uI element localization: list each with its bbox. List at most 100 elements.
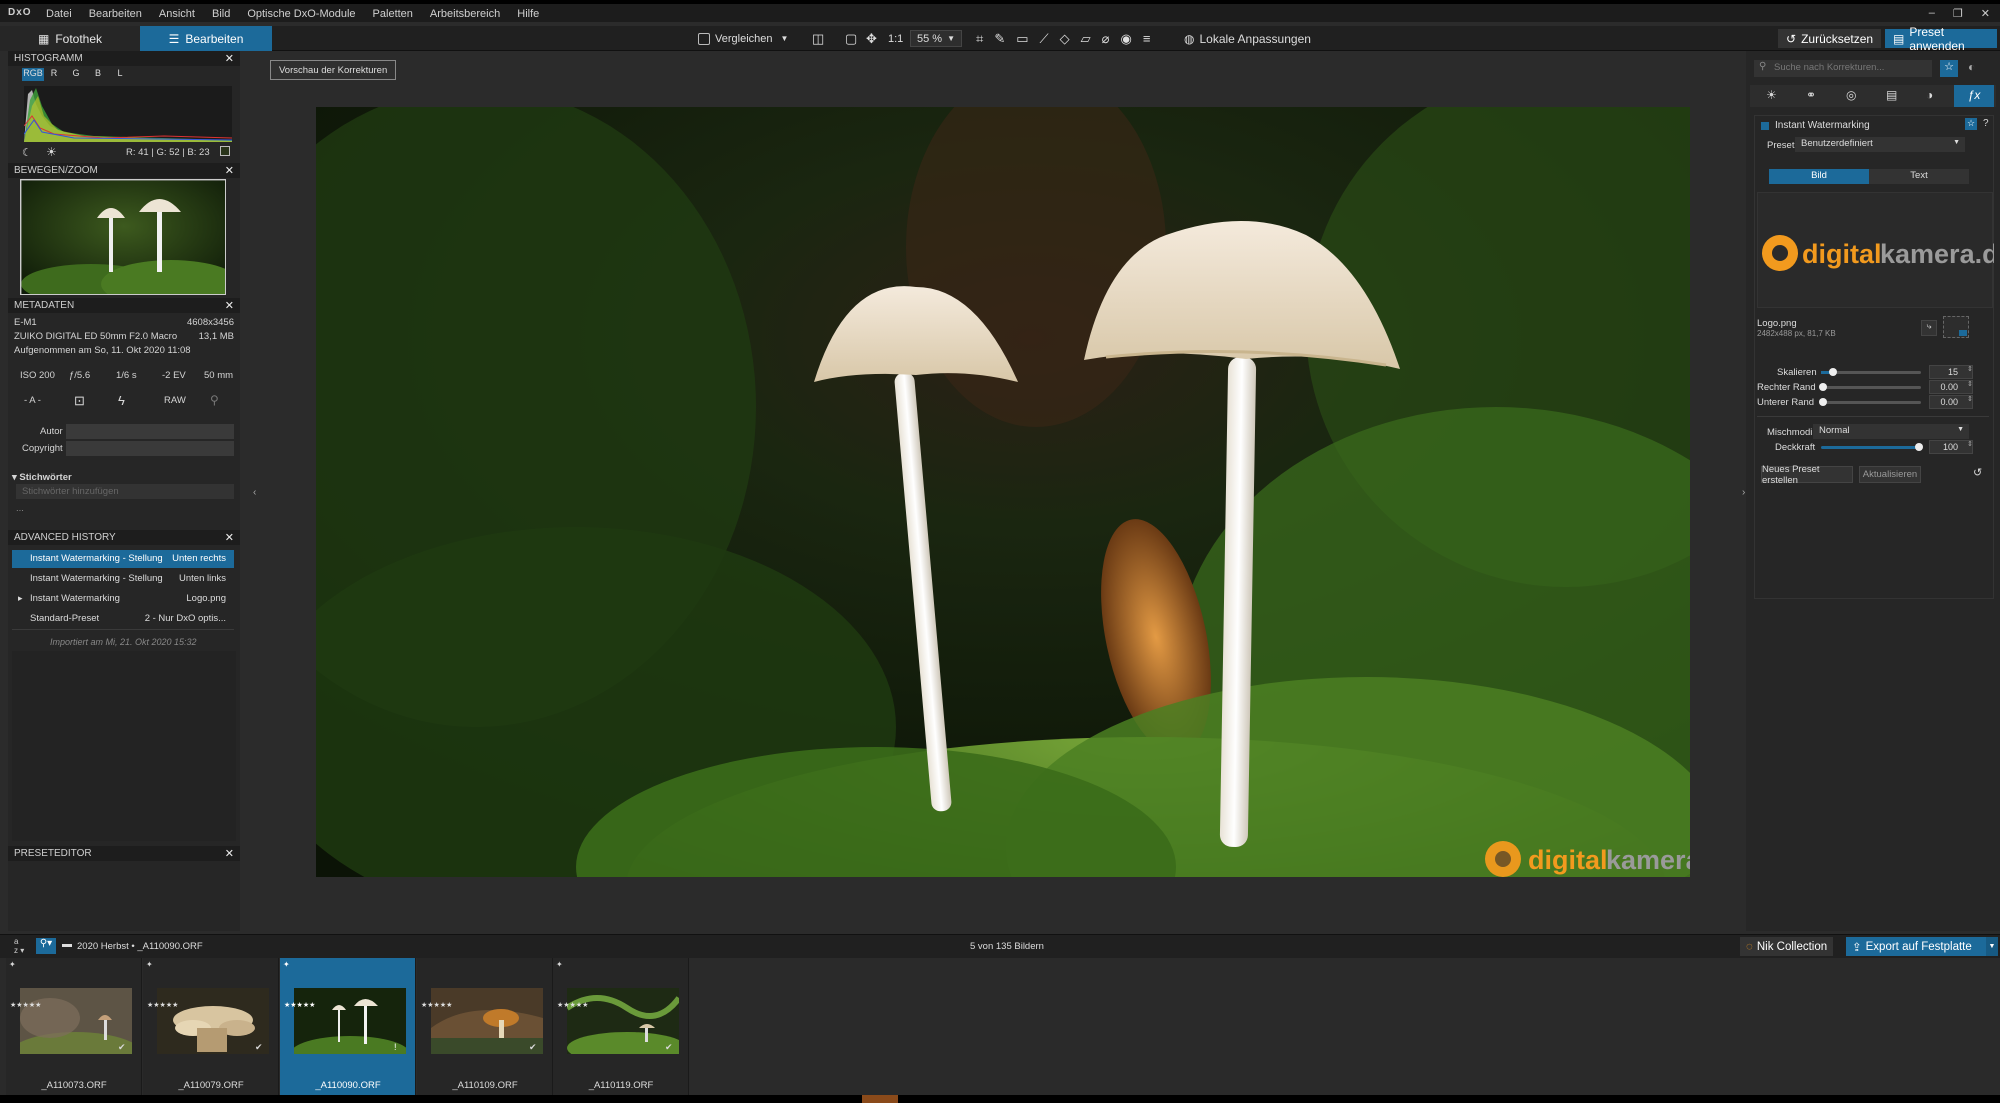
distort-icon[interactable]: ▱ <box>1081 31 1091 47</box>
keywords-more[interactable]: ... <box>16 503 24 514</box>
redeye-icon[interactable]: ◉ <box>1120 31 1131 47</box>
perspective-icon[interactable]: ⟋ <box>1040 31 1049 47</box>
nik-collection-button[interactable]: ◌ Nik Collection <box>1740 937 1834 956</box>
close-icon[interactable]: ✕ <box>225 52 234 65</box>
star-icon[interactable]: ☆ <box>1965 118 1977 130</box>
keywords-input[interactable]: Stichwörter hinzufügen <box>16 484 234 499</box>
open-file-icon[interactable]: ⤷ <box>1921 320 1937 336</box>
menu-edit[interactable]: Bearbeiten <box>89 8 142 20</box>
moon-icon[interactable]: ☾ <box>22 146 32 159</box>
split-view-icon[interactable]: ◫ <box>812 30 824 47</box>
thumbnail-item[interactable]: ✦ ★★★★★ ✔ _A110119.ORF <box>553 958 689 1095</box>
menu-view[interactable]: Ansicht <box>159 8 195 20</box>
help-icon[interactable]: ? <box>1983 118 1989 129</box>
right-margin-knob[interactable] <box>1819 383 1827 391</box>
fit-icon[interactable]: ▢ <box>845 30 857 47</box>
close-icon[interactable]: ✕ <box>225 531 234 544</box>
channel-b[interactable]: B <box>88 68 108 81</box>
keywords-label[interactable]: ▾ Stichwörter <box>12 472 72 483</box>
effects-icon[interactable]: ƒx <box>1954 85 1994 107</box>
zoom-select[interactable]: 55 % ▼ <box>910 30 962 47</box>
maximize-button[interactable]: ❐ <box>1953 7 1963 20</box>
volume-icon[interactable]: ◇ <box>1060 31 1070 47</box>
thumbnail-item[interactable]: ★★★★★ ✔ _A110109.ORF <box>417 958 553 1095</box>
bottom-margin-knob[interactable] <box>1819 398 1827 406</box>
local-adjustments-button[interactable]: ◍ Lokale Anpassungen <box>1184 30 1311 47</box>
menu-palettes[interactable]: Paletten <box>373 8 413 20</box>
close-icon[interactable]: ✕ <box>225 299 234 312</box>
apply-preset-button[interactable]: ▤ Preset anwenden <box>1885 25 1997 53</box>
detail-icon[interactable]: ◎ <box>1846 88 1856 102</box>
export-button[interactable]: ⇪ Export auf Festplatte <box>1846 937 1986 956</box>
segment-image[interactable]: Bild <box>1769 169 1869 184</box>
crop-icon[interactable]: ⌗ <box>976 31 983 47</box>
navigator-thumbnail[interactable] <box>20 179 226 295</box>
watermark-icon[interactable]: ≡ <box>1143 31 1151 46</box>
spinner-icon[interactable]: ⇕ <box>1967 365 1973 373</box>
right-margin-slider[interactable] <box>1819 383 1921 391</box>
history-row[interactable]: Standard-Preset 2 - Nur DxO optis... <box>12 610 234 628</box>
new-preset-button[interactable]: Neues Preset erstellen <box>1761 464 1853 486</box>
filter-icon[interactable]: ⚲▾ <box>36 938 56 954</box>
channel-g[interactable]: G <box>66 68 86 81</box>
color-icon[interactable]: ⚭ <box>1806 88 1816 102</box>
channel-rgb[interactable]: RGB <box>22 68 44 81</box>
spinner-icon[interactable]: ⇕ <box>1967 380 1973 388</box>
close-icon[interactable]: ✕ <box>225 164 234 177</box>
copyright-field[interactable] <box>66 441 234 456</box>
breadcrumb[interactable]: 2020 Herbst • _A110090.ORF <box>77 941 203 952</box>
menu-file[interactable]: Datei <box>46 8 72 20</box>
spinner-icon[interactable]: ⇕ <box>1967 440 1973 448</box>
move-icon[interactable]: ✥ <box>866 30 877 47</box>
repair-icon[interactable]: ⌀ <box>1102 31 1110 47</box>
rating-stars[interactable]: ★★★★★ <box>421 1002 452 1010</box>
channel-r[interactable]: R <box>44 68 64 81</box>
taskbar-app[interactable] <box>862 1095 898 1103</box>
rating-stars[interactable]: ★★★★★ <box>147 1002 178 1010</box>
close-icon[interactable]: ✕ <box>225 847 234 860</box>
tab-library[interactable]: ▦ Fotothek <box>0 26 140 51</box>
rating-stars[interactable]: ★★★★★ <box>10 1002 41 1010</box>
bottom-margin-slider[interactable] <box>1819 398 1921 406</box>
opacity-slider[interactable] <box>1821 443 1923 451</box>
local-palette-icon[interactable]: ◑ <box>1926 88 1933 102</box>
rating-stars[interactable]: ★★★★★ <box>284 1002 315 1010</box>
expand-icon[interactable]: ▸ <box>18 593 23 604</box>
rating-stars[interactable]: ★★★★★ <box>557 1002 588 1010</box>
position-grid-icon[interactable] <box>1943 316 1969 338</box>
light-icon[interactable]: ☀ <box>1766 88 1777 102</box>
menu-image[interactable]: Bild <box>212 8 230 20</box>
image-preview[interactable]: digital kamera.de <box>316 107 1690 877</box>
author-field[interactable] <box>66 424 234 439</box>
opacity-knob[interactable] <box>1915 443 1923 451</box>
close-button[interactable]: ✕ <box>1981 7 1990 20</box>
thumbnail-item[interactable]: ✦ ★★★★★ ✔ _A110079.ORF <box>143 958 279 1095</box>
reset-button[interactable]: ↺ Zurücksetzen <box>1778 29 1882 48</box>
history-row[interactable]: ▸ Instant Watermarking Logo.png <box>12 590 234 608</box>
scale-knob[interactable] <box>1829 368 1837 376</box>
scale-slider[interactable] <box>1821 368 1921 376</box>
thumbnail-item-selected[interactable]: ✦ ★★★★★ ! _A110090.ORF <box>280 958 416 1095</box>
minimize-button[interactable]: – <box>1929 7 1935 20</box>
tab-edit[interactable]: ☰ Bearbeiten <box>140 26 272 51</box>
favorites-star-icon[interactable]: ☆ <box>1940 60 1958 77</box>
channel-l[interactable]: L <box>110 68 130 81</box>
search-input[interactable]: Suche nach Korrekturen... <box>1754 60 1932 77</box>
sort-icon[interactable]: az ▾ <box>14 937 24 955</box>
geometry-icon[interactable]: ▤ <box>1886 88 1897 102</box>
history-row[interactable]: Instant Watermarking - Stellung Unten lin… <box>12 570 234 588</box>
eye-icon[interactable]: ◐ <box>1968 60 1975 74</box>
blend-select[interactable]: Normal ▼ <box>1813 424 1969 439</box>
sun-icon[interactable]: ☀ <box>46 145 57 159</box>
collapse-right-icon[interactable]: › <box>1742 487 1745 498</box>
compare-button[interactable]: Vergleichen ▼ <box>698 30 788 47</box>
update-button[interactable]: Aktualisieren <box>1859 466 1921 483</box>
menu-optics[interactable]: Optische DxO-Module <box>247 8 355 20</box>
export-menu-icon[interactable]: ▼ <box>1986 937 1998 956</box>
menu-workspace[interactable]: Arbeitsbereich <box>430 8 500 20</box>
reset-icon[interactable]: ↺ <box>1973 466 1982 479</box>
horizon-icon[interactable]: ▭ <box>1016 31 1028 47</box>
segment-text[interactable]: Text <box>1869 169 1969 184</box>
eyedropper-icon[interactable]: ✎ <box>994 31 1005 47</box>
module-toggle[interactable] <box>1761 122 1769 130</box>
